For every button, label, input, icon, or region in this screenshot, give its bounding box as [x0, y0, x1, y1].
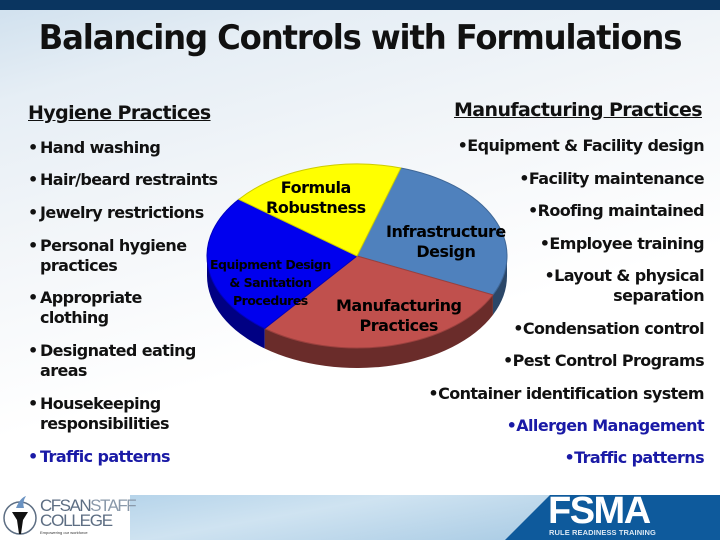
- footer: CFSANSTAFF COLLEGE Empowering our workfo…: [0, 490, 720, 540]
- slice-label-equipment-design: Equipment Design & Sanitation Procedures: [210, 257, 331, 308]
- torch-icon: [3, 496, 37, 535]
- fsma-logo-text: FSMA: [548, 490, 651, 532]
- slice-label-infrastructure-design: Infrastructure Design: [386, 222, 506, 261]
- slice-label-manufacturing-practices: Manufacturing Practices: [336, 296, 462, 335]
- cfsan-staff-college-logo: CFSANSTAFF COLLEGE Empowering our workfo…: [0, 490, 137, 540]
- pie-chart: [206, 163, 508, 368]
- fsma-tagline: RULE READINESS TRAINING: [549, 528, 656, 537]
- slice-label-formula-robustness: Formula Robustness: [266, 178, 366, 217]
- footer-band: [130, 495, 550, 540]
